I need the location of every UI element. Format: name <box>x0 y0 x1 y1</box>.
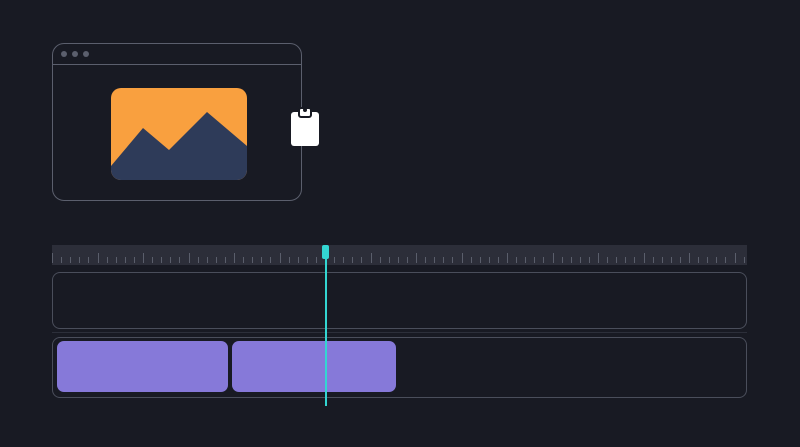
window-dot-3[interactable] <box>83 51 89 57</box>
timeline-track-1[interactable] <box>52 272 747 329</box>
preview-window <box>52 43 302 201</box>
video-clip[interactable] <box>232 341 396 392</box>
landscape-image-icon <box>111 88 247 180</box>
playhead-handle[interactable] <box>322 245 329 259</box>
video-clip[interactable] <box>57 341 228 392</box>
track-divider <box>52 332 747 333</box>
window-dot-1[interactable] <box>61 51 67 57</box>
playhead-line[interactable] <box>325 258 327 406</box>
image-thumbnail[interactable] <box>111 88 247 180</box>
window-title-divider <box>53 64 301 65</box>
timeline-ruler[interactable] <box>52 245 747 265</box>
ruler-ticks <box>52 253 745 263</box>
clipboard-icon[interactable] <box>290 106 320 152</box>
window-dot-2[interactable] <box>72 51 78 57</box>
